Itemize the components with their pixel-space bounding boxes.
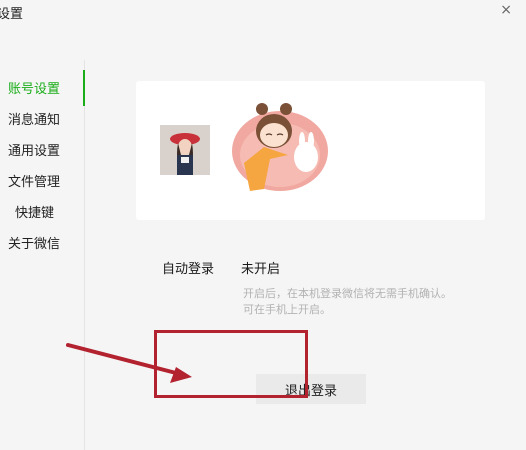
sidebar-item-label: 账号设置 (8, 82, 61, 97)
sidebar-item-label: 消息通知 (8, 113, 61, 128)
window-title: 设置 (0, 7, 24, 22)
auto-login-hint: 开启后，在本机登录微信将无需手机确认。 可在手机上开启。 (243, 286, 452, 318)
auto-login-label: 自动登录 (162, 262, 215, 277)
illustration (224, 93, 336, 205)
settings-sidebar: 账号设置 消息通知 通用设置 文件管理 快捷键 关于微信 (0, 60, 85, 450)
sidebar-item-label: 快捷键 (15, 206, 55, 221)
avatar[interactable] (160, 125, 210, 175)
sidebar-item-label: 关于微信 (8, 237, 61, 252)
title-bar: 设置 × (0, 0, 526, 28)
auto-login-status: 未开启 (241, 262, 281, 277)
close-button[interactable]: × (500, 2, 512, 18)
sidebar-item-label: 通用设置 (8, 144, 61, 159)
profile-card (136, 81, 485, 220)
hint-line: 可在手机上开启。 (243, 303, 331, 316)
hint-line: 开启后，在本机登录微信将无需手机确认。 (243, 287, 452, 300)
annotation-arrow-icon (66, 343, 192, 383)
sidebar-item-label: 文件管理 (8, 175, 61, 190)
